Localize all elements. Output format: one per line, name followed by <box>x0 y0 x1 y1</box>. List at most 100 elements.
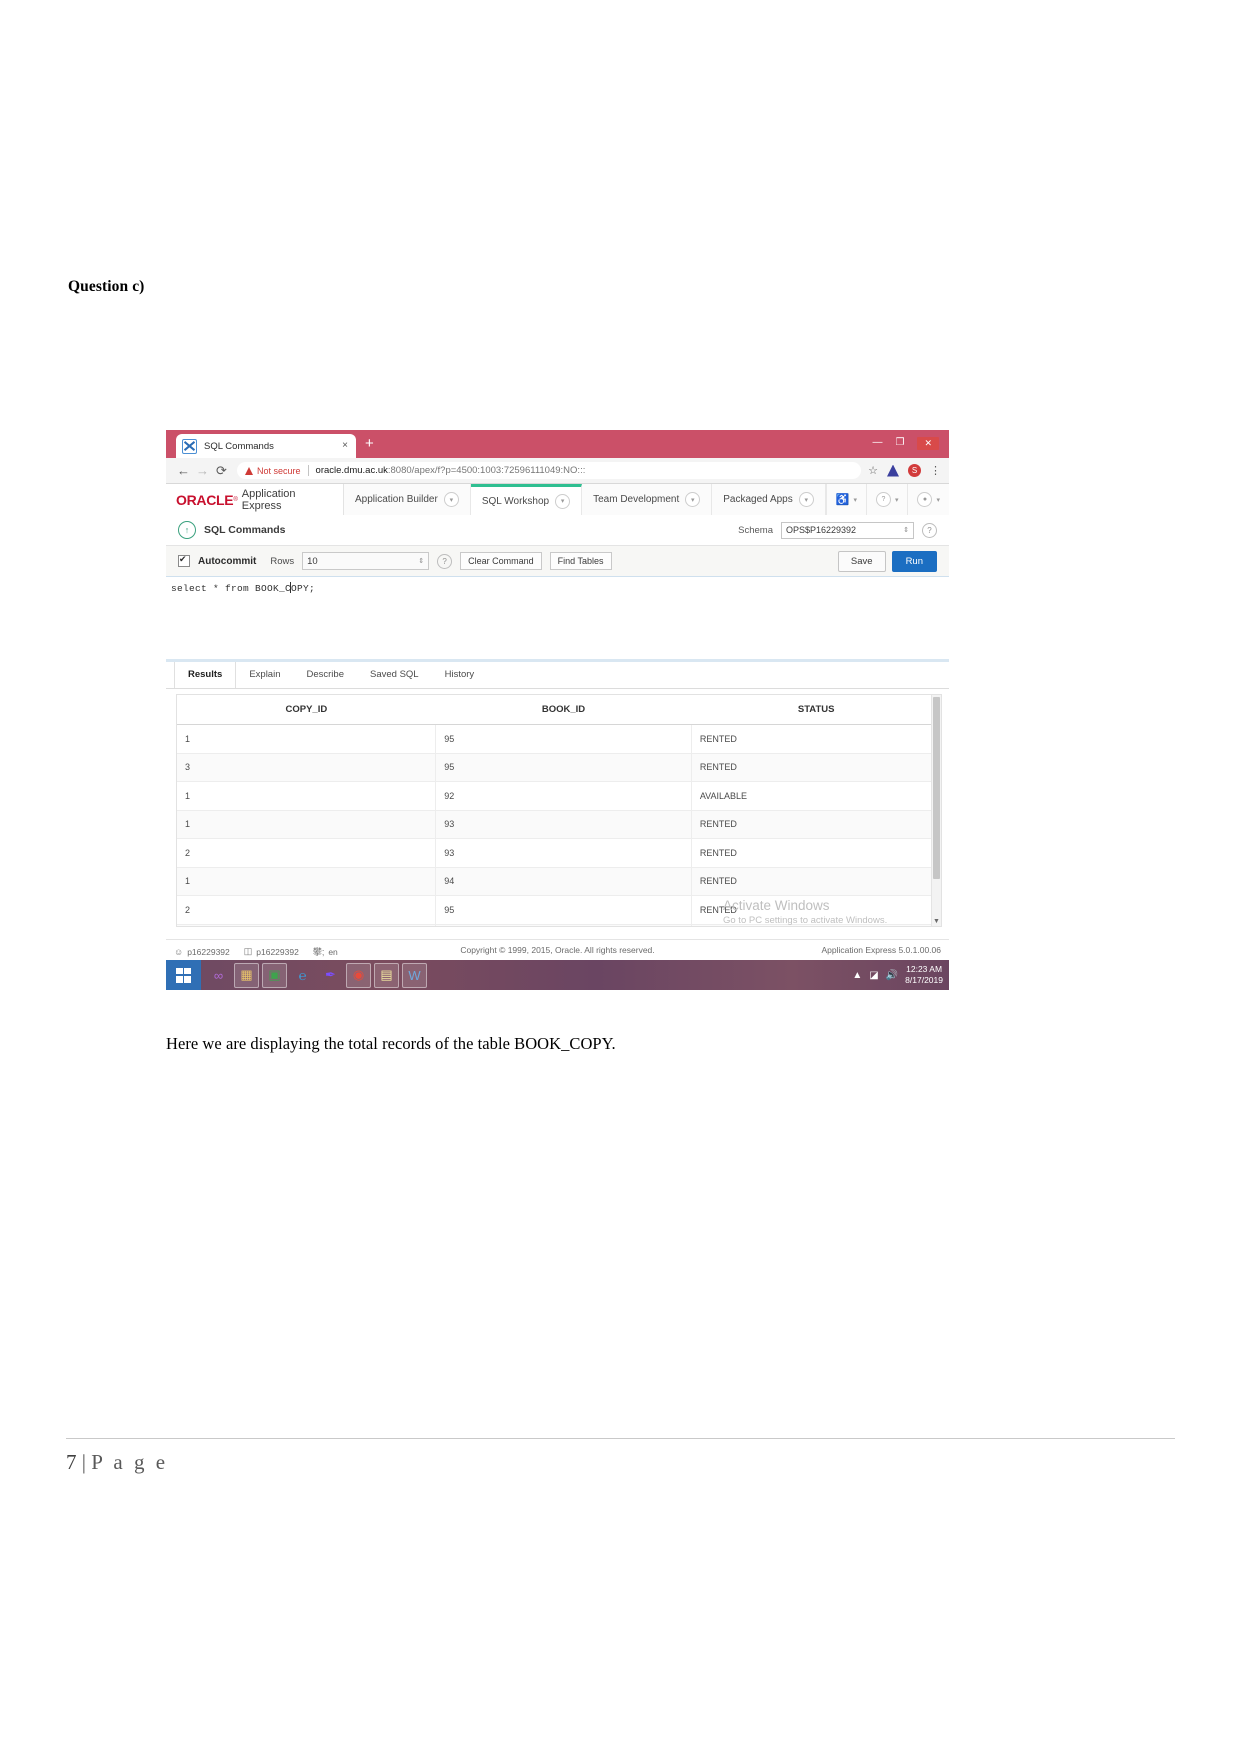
profile-avatar[interactable]: S <box>908 464 921 477</box>
schema-selector-group: Schema OPS$P16229392 ⇕ ? <box>738 521 937 539</box>
browser-tab[interactable]: SQL Commands × <box>176 434 356 458</box>
taskbar-item-chrome[interactable]: ◉ <box>346 962 371 988</box>
forward-icon[interactable]: → <box>193 463 212 478</box>
address-bar[interactable]: Not secure oracle.dmu.ac.uk :8080/apex/f… <box>237 462 862 479</box>
chevron-down-icon[interactable]: ▾ <box>685 492 701 507</box>
minimize-button[interactable]: — <box>872 438 882 448</box>
warning-triangle-icon <box>245 466 253 475</box>
table-row: 1 96 AVAILABLE <box>177 924 941 926</box>
tab-explain[interactable]: Explain <box>236 662 293 688</box>
cell-status: RENTED <box>691 838 941 868</box>
cell-book-id: 94 <box>435 867 692 896</box>
table-row: 2 93 RENTED <box>177 838 941 868</box>
account-menu[interactable]: ● ▾ <box>908 484 949 515</box>
admin-menu[interactable]: ♿ ▾ <box>826 484 867 515</box>
autocommit-checkbox[interactable] <box>178 554 190 567</box>
taskbar-item-internet-explorer[interactable]: ℮ <box>290 963 315 988</box>
cell-book-id: 96 <box>435 924 692 926</box>
apex-footer: ☺ p16229392 ◫ p16229392 攀; en Copyright … <box>166 939 949 961</box>
apex-logo[interactable]: ORACLE ® Application Express <box>166 484 344 515</box>
close-icon[interactable]: × <box>340 441 350 451</box>
network-icon[interactable]: ◪ <box>869 970 878 981</box>
help-icon[interactable]: ? <box>922 522 937 538</box>
apex-favicon-icon <box>182 438 197 454</box>
back-icon[interactable]: ← <box>174 463 193 478</box>
page-number-value: 7 <box>66 1450 77 1474</box>
rows-input[interactable]: 10 ⇕ <box>302 552 430 570</box>
scrollbar-thumb[interactable] <box>933 697 940 879</box>
nav-label: SQL Workshop <box>481 495 550 507</box>
taskbar-item-store[interactable]: ▣ <box>262 962 287 988</box>
browser-toolbar: ← → ⟳ Not secure oracle.dmu.ac.uk :8080/… <box>166 458 949 484</box>
cell-status: RENTED <box>691 895 941 925</box>
results-scrollbar[interactable]: ▲ ▼ <box>931 695 941 926</box>
help-icon[interactable]: ? <box>437 553 453 569</box>
taskbar-item-notepad[interactable]: ▤ <box>374 962 399 988</box>
chevron-down-icon: ▾ <box>936 496 940 504</box>
trademark-icon: ® <box>233 496 238 503</box>
navigate-up-icon[interactable]: ↑ <box>178 521 196 539</box>
taskbar-items: ∞ ▦ ▣ ℮ ✒ ◉ ▤ W <box>201 962 427 988</box>
maximize-button[interactable]: ❐ <box>895 438 904 448</box>
scroll-down-icon[interactable]: ▼ <box>933 918 940 925</box>
taskbar-item-file-explorer[interactable]: ▦ <box>234 962 259 988</box>
clear-command-button[interactable]: Clear Command <box>460 552 542 570</box>
clock[interactable]: 12:23 AM 8/17/2019 <box>905 964 943 986</box>
start-button[interactable] <box>166 960 201 990</box>
nav-item-sql-workshop[interactable]: SQL Workshop ▾ <box>470 484 583 515</box>
omnibox-actions: ☆ S ⋮ <box>868 464 941 477</box>
toolbar-actions: Save Run <box>837 550 937 572</box>
chevron-down-icon[interactable]: ▾ <box>798 492 814 507</box>
column-header-book-id[interactable]: BOOK_ID <box>435 695 692 725</box>
windows-logo-icon <box>176 967 191 983</box>
extension-icon[interactable] <box>887 464 899 477</box>
cell-copy-id: 2 <box>177 895 437 925</box>
cell-book-id: 95 <box>435 753 692 782</box>
show-hidden-icons-icon[interactable]: ▲ <box>852 970 862 981</box>
help-menu[interactable]: ? ▾ <box>866 484 909 515</box>
nav-item-application-builder[interactable]: Application Builder ▾ <box>344 484 471 515</box>
user-admin-icon: ♿ <box>835 494 850 506</box>
column-header-status[interactable]: STATUS <box>691 695 941 725</box>
tab-results[interactable]: Results <box>174 662 237 688</box>
nav-item-packaged-apps[interactable]: Packaged Apps ▾ <box>712 484 826 515</box>
cell-status: RENTED <box>691 724 941 754</box>
footer-divider <box>66 1438 1175 1439</box>
taskbar-item-onenote[interactable]: ✒ <box>318 963 343 988</box>
sql-editor[interactable]: select * from BOOK_COPY; <box>166 577 949 662</box>
bookmark-star-icon[interactable]: ☆ <box>868 464 878 477</box>
new-tab-button[interactable]: + <box>365 436 374 451</box>
table-row: 1 93 RENTED <box>177 810 941 839</box>
product-name: Application Express <box>241 487 296 512</box>
chevron-down-icon[interactable]: ▾ <box>555 493 571 509</box>
nav-label: Team Development <box>593 494 680 505</box>
save-button[interactable]: Save <box>837 550 886 572</box>
cell-copy-id: 1 <box>177 810 437 839</box>
account-icon: ● <box>917 492 933 507</box>
apex-breadcrumb-bar: ↑ SQL Commands Schema OPS$P16229392 ⇕ ? <box>166 515 949 546</box>
taskbar-item-word[interactable]: W <box>402 962 427 988</box>
cell-copy-id: 2 <box>177 838 437 868</box>
table-row: 1 92 AVAILABLE <box>177 781 941 811</box>
column-header-copy-id[interactable]: COPY_ID <box>177 695 436 725</box>
run-button[interactable]: Run <box>891 550 937 572</box>
table-row: 1 94 RENTED <box>177 867 941 896</box>
autocommit-label: Autocommit <box>198 555 257 567</box>
find-tables-button[interactable]: Find Tables <box>549 552 612 570</box>
window-close-button[interactable]: ✕ <box>917 436 939 450</box>
taskbar-item-visual-studio[interactable]: ∞ <box>206 963 231 988</box>
schema-select[interactable]: OPS$P16229392 ⇕ <box>781 521 914 539</box>
reload-icon[interactable]: ⟳ <box>212 463 231 479</box>
chevron-down-icon[interactable]: ▾ <box>443 492 459 507</box>
cell-book-id: 95 <box>435 724 692 754</box>
tab-saved-sql[interactable]: Saved SQL <box>357 662 432 688</box>
help-icon: ? <box>875 492 891 507</box>
nav-label: Application Builder <box>355 494 438 505</box>
nav-item-team-development[interactable]: Team Development ▾ <box>582 484 713 515</box>
chrome-menu-icon[interactable]: ⋮ <box>930 464 941 477</box>
tab-describe[interactable]: Describe <box>294 662 358 688</box>
stepper-icon[interactable]: ⇕ <box>418 558 424 565</box>
volume-icon[interactable]: 🔊 <box>886 970 898 981</box>
cell-book-id: 93 <box>435 838 692 868</box>
tab-history[interactable]: History <box>432 662 488 688</box>
